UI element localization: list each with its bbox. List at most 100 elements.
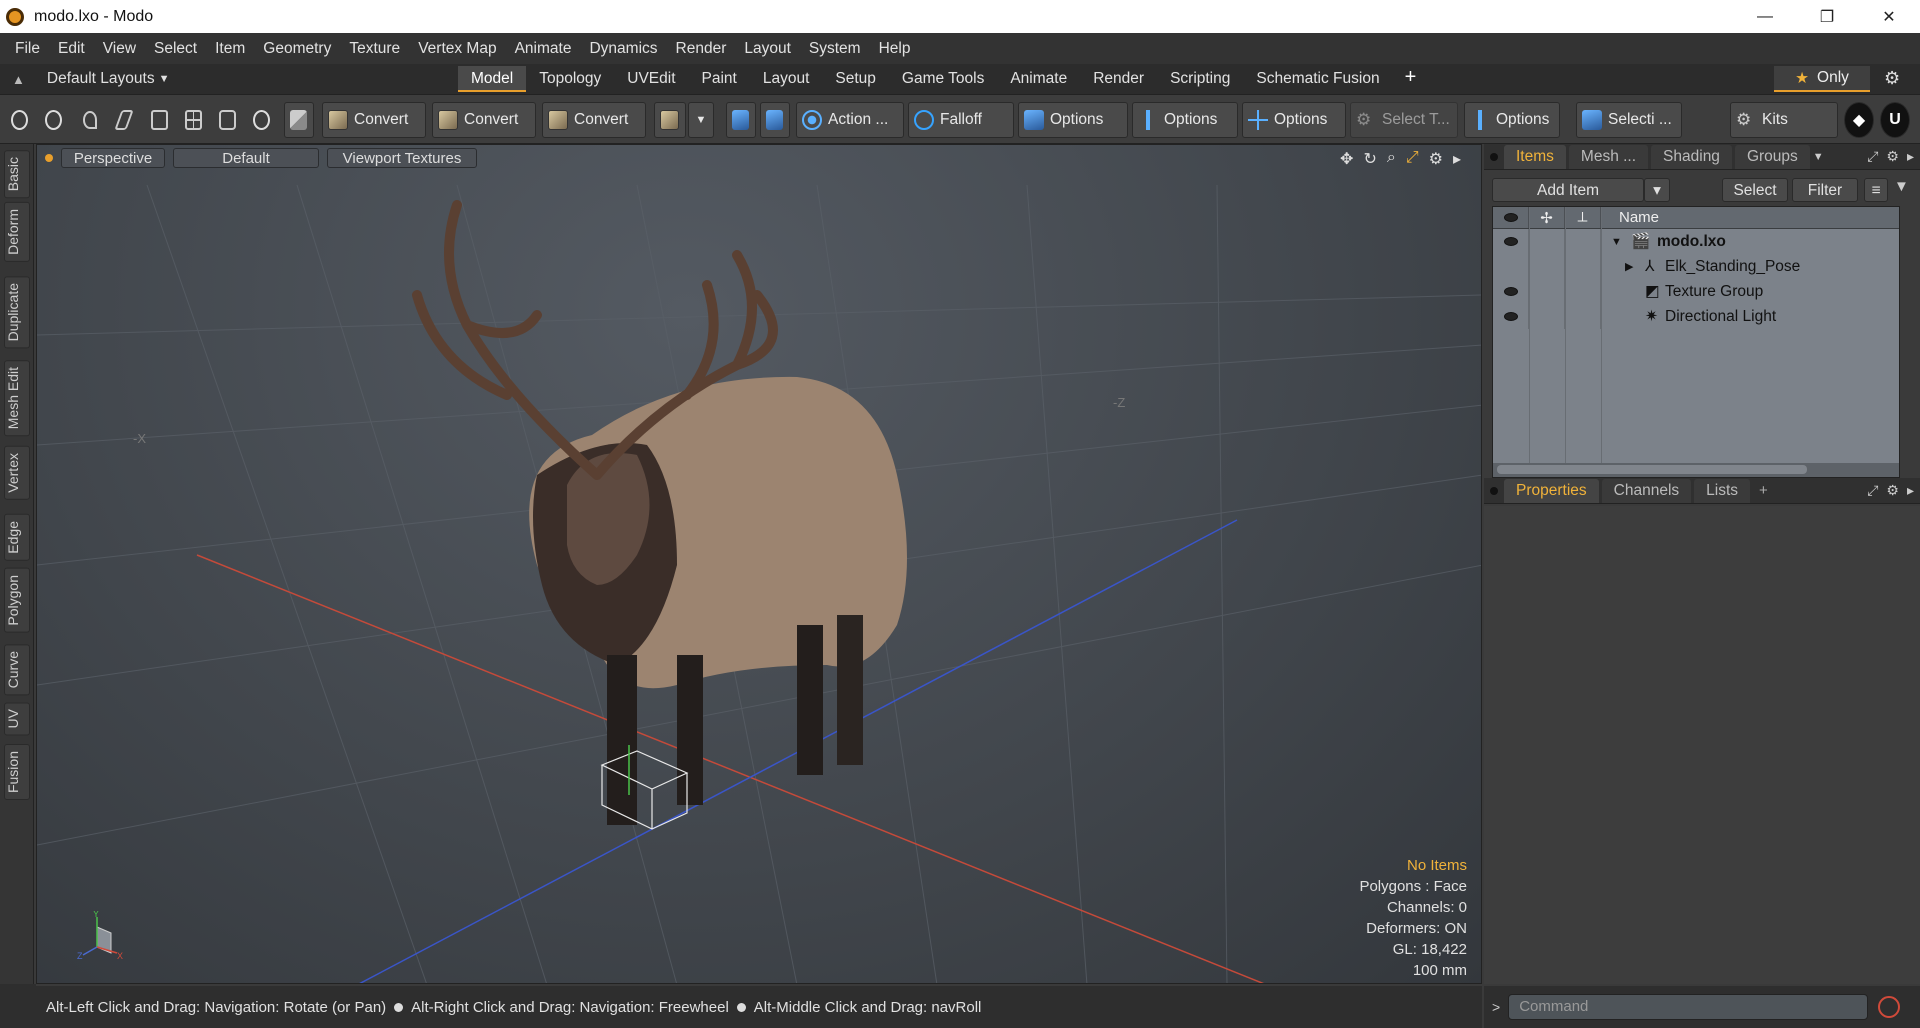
menu-dynamics[interactable]: Dynamics (580, 40, 666, 58)
viewport-textures-button[interactable]: Viewport Textures (327, 148, 477, 168)
circle-tool-button[interactable] (248, 102, 276, 138)
select-mesh-button[interactable] (40, 102, 68, 138)
fit-view-icon[interactable]: ⤢ (1406, 149, 1419, 169)
lock-toggle[interactable] (1529, 229, 1565, 254)
move-view-icon[interactable]: ✥ (1340, 149, 1353, 169)
solid-cube-button[interactable] (284, 102, 314, 138)
panel-arrow-icon[interactable]: ▸ (1907, 482, 1914, 499)
menu-file[interactable]: File (6, 40, 49, 58)
filter-funnel-icon[interactable]: ▼ (1894, 178, 1909, 195)
select-button[interactable]: Select (1722, 178, 1788, 202)
menu-texture[interactable]: Texture (340, 40, 409, 58)
menu-edit[interactable]: Edit (49, 40, 94, 58)
menu-system[interactable]: System (800, 40, 870, 58)
kits-button[interactable]: ⚙ Kits (1730, 102, 1838, 138)
tab-channels[interactable]: Channels (1601, 478, 1692, 503)
record-icon[interactable] (1878, 996, 1901, 1018)
expand-panel-icon[interactable]: ⤢ (1867, 148, 1878, 165)
tab-vertex[interactable]: Vertex (4, 446, 30, 500)
layouts-dropdown[interactable]: ▲ Default Layouts ▼ (12, 70, 412, 88)
menu-help[interactable]: Help (870, 40, 920, 58)
tree-row-elk[interactable]: ▶ ⅄ Elk_Standing_Pose (1493, 254, 1899, 279)
options-button-2[interactable]: Options (1132, 102, 1238, 138)
selection-button[interactable]: Selecti ... (1576, 102, 1682, 138)
rotate-view-icon[interactable]: ↻ (1363, 149, 1376, 169)
render-toggle[interactable] (1565, 304, 1601, 329)
tab-animate[interactable]: Animate (997, 66, 1080, 92)
symmetry-button[interactable] (726, 102, 756, 138)
visibility-toggle[interactable] (1493, 304, 1529, 329)
menu-vertex-map[interactable]: Vertex Map (409, 40, 505, 58)
workplane-button[interactable] (760, 102, 790, 138)
tab-lists[interactable]: Lists (1694, 478, 1751, 503)
viewport-settings-gear-icon[interactable]: ⚙ (1429, 149, 1443, 169)
convert-button-2[interactable]: Convert (432, 102, 536, 138)
list-options-icon[interactable]: ≡ (1864, 178, 1888, 202)
tab-uvedit[interactable]: UVEdit (614, 66, 688, 92)
tab-game-tools[interactable]: Game Tools (889, 66, 997, 92)
expand-panel-icon[interactable]: ⤢ (1867, 482, 1878, 499)
command-input[interactable]: Command (1508, 994, 1869, 1020)
action-center-button[interactable]: Action ... (796, 102, 904, 138)
tab-mesh[interactable]: Mesh ... (1568, 144, 1649, 169)
add-item-button[interactable]: Add Item (1492, 178, 1644, 202)
add-tab-icon[interactable]: + (1405, 66, 1417, 92)
primitive-button[interactable] (654, 102, 686, 138)
lock-toggle[interactable] (1529, 254, 1565, 279)
tab-model[interactable]: Model (458, 66, 527, 92)
tab-items[interactable]: Items (1504, 144, 1566, 169)
menu-view[interactable]: View (94, 40, 145, 58)
unity-button[interactable]: ◆ (1844, 102, 1874, 138)
tab-polygon[interactable]: Polygon (4, 568, 30, 633)
minimize-button[interactable]: — (1734, 0, 1796, 33)
grid-tool-button[interactable] (180, 102, 208, 138)
menu-render[interactable]: Render (667, 40, 736, 58)
panel-menu-dot[interactable] (1490, 486, 1498, 495)
add-item-dropdown[interactable]: ▾ (1644, 178, 1670, 202)
primitive-dropdown[interactable]: ▼ (688, 102, 714, 138)
tab-fusion[interactable]: Fusion (4, 744, 30, 801)
frame-tool-button[interactable] (214, 102, 242, 138)
gear-icon[interactable]: ⚙ (1884, 68, 1900, 89)
render-toggle[interactable] (1565, 279, 1601, 304)
add-tab-icon[interactable]: + (1759, 482, 1768, 499)
menu-geometry[interactable]: Geometry (254, 40, 340, 58)
tab-curve[interactable]: Curve (4, 644, 30, 696)
command-history-arrow-icon[interactable]: > (1492, 999, 1500, 1015)
tree-row-scene[interactable]: ▼ 🎬 modo.lxo (1493, 229, 1899, 254)
tab-schematic-fusion[interactable]: Schematic Fusion (1243, 66, 1392, 92)
view-type-button[interactable]: Perspective (61, 148, 165, 168)
pin-icon[interactable]: ▲ (12, 72, 25, 87)
tab-deform[interactable]: Deform (4, 202, 30, 262)
filter-button[interactable]: Filter (1792, 178, 1858, 202)
menu-layout[interactable]: Layout (735, 40, 800, 58)
select-through-button[interactable]: ⚙ Select T... (1350, 102, 1458, 138)
horizontal-scrollbar[interactable] (1493, 463, 1899, 477)
tab-scripting[interactable]: Scripting (1157, 66, 1243, 92)
close-button[interactable]: ✕ (1858, 0, 1920, 33)
tab-mesh-edit[interactable]: Mesh Edit (4, 360, 30, 437)
panel-menu-dot[interactable] (1490, 152, 1498, 161)
select-vertices-button[interactable] (6, 102, 34, 138)
convert-button-1[interactable]: Convert (322, 102, 426, 138)
maximize-button[interactable]: ❐ (1796, 0, 1858, 33)
tab-properties[interactable]: Properties (1504, 478, 1599, 503)
visibility-toggle[interactable] (1493, 279, 1529, 304)
tab-shading[interactable]: Shading (1651, 144, 1732, 169)
options-button-3[interactable]: Options (1242, 102, 1346, 138)
panel-arrow-icon[interactable]: ▸ (1907, 148, 1914, 165)
name-column-header[interactable]: Name (1601, 209, 1659, 226)
menu-animate[interactable]: Animate (506, 40, 581, 58)
tab-edge[interactable]: Edge (4, 514, 30, 561)
tree-row-texture-group[interactable]: ◩ Texture Group (1493, 279, 1899, 304)
tab-setup[interactable]: Setup (822, 66, 889, 92)
panel-gear-icon[interactable]: ⚙ (1886, 482, 1899, 499)
tab-uv[interactable]: UV (4, 702, 30, 736)
tab-basic[interactable]: Basic (4, 150, 30, 199)
only-button[interactable]: ★ Only (1774, 66, 1870, 92)
tab-paint[interactable]: Paint (689, 66, 750, 92)
viewport-menu-dot[interactable] (45, 154, 53, 162)
visibility-toggle[interactable] (1493, 229, 1529, 254)
viewport-expand-icon[interactable]: ▸ (1453, 149, 1461, 169)
pen-tool-button[interactable] (76, 102, 104, 138)
